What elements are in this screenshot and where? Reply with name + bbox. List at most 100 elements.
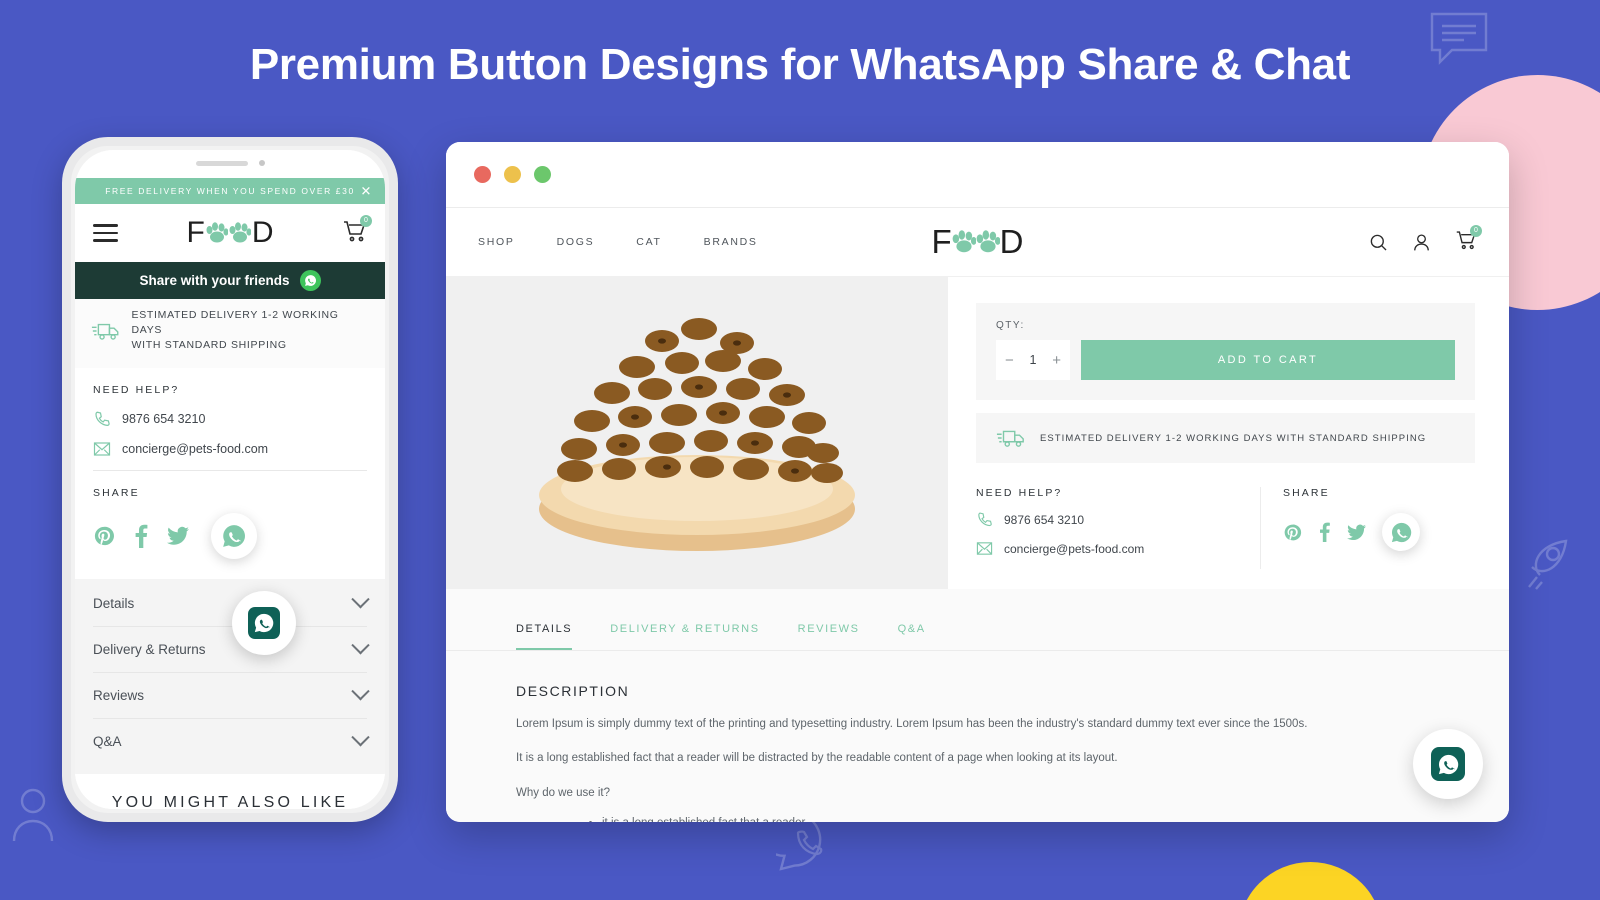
twitter-icon[interactable] — [167, 526, 189, 546]
cart-count-badge: 0 — [360, 214, 372, 227]
phone-number: 9876 654 3210 — [122, 411, 206, 426]
product-info: QTY: − 1 + ADD TO CART ESTIMATED DELIVER — [948, 277, 1509, 589]
header-icons: 0 — [1369, 224, 1482, 256]
close-traffic-light[interactable] — [474, 166, 491, 183]
description-list-item: it is a long established fact that a rea… — [602, 817, 1439, 822]
share-with-friends-button[interactable]: Share with your friends — [75, 262, 385, 299]
desktop-share-icons — [1283, 513, 1475, 551]
mobile-share-icons — [93, 512, 367, 559]
mobile-delivery-text: ESTIMATED DELIVERY 1-2 WORKING DAYS WITH… — [131, 309, 339, 352]
product-gallery[interactable] — [446, 277, 948, 589]
delivery-text: ESTIMATED DELIVERY 1-2 WORKING DAYS WITH… — [1040, 432, 1427, 444]
nav-item-shop[interactable]: SHOP — [478, 236, 515, 248]
email-address: concierge@pets-food.com — [1004, 541, 1145, 556]
phone-contact-row[interactable]: 9876 654 3210 — [93, 410, 367, 428]
share-title: SHARE — [1283, 487, 1330, 499]
hamburger-icon[interactable] — [93, 224, 118, 242]
description-paragraph-1: Lorem Ipsum is simply dummy text of the … — [516, 718, 1308, 730]
need-help-title: NEED HELP? — [976, 487, 1063, 499]
need-help-block: NEED HELP? 9876 654 3210 concierge@pets-… — [976, 487, 1260, 569]
logo-letter-d: D — [999, 223, 1024, 260]
email-contact-row[interactable]: concierge@pets-food.com — [93, 441, 367, 457]
email-address: concierge@pets-food.com — [122, 441, 269, 456]
page-title: Premium Button Designs for WhatsApp Shar… — [249, 40, 1351, 89]
chevron-down-icon — [351, 635, 370, 655]
accordion-label: Q&A — [93, 733, 122, 749]
nav-item-dogs[interactable]: DOGS — [557, 236, 595, 248]
paw-icon — [976, 230, 1000, 253]
phone-icon — [95, 411, 110, 426]
delivery-truck-icon — [91, 323, 119, 340]
mobile-delivery-notice: ESTIMATED DELIVERY 1-2 WORKING DAYS WITH… — [75, 299, 385, 368]
qty-row: − 1 + ADD TO CART — [996, 340, 1455, 380]
facebook-icon[interactable] — [133, 524, 149, 548]
tab-delivery-returns[interactable]: DELIVERY & RETURNS — [610, 623, 759, 650]
tab-details[interactable]: DETAILS — [516, 623, 573, 650]
email-contact-row[interactable]: concierge@pets-food.com — [976, 541, 1260, 556]
phone-screen: FREE DELIVERY WHEN YOU SPEND OVER £30 ✕ … — [75, 178, 385, 809]
whatsapp-floating-button[interactable] — [1413, 729, 1483, 799]
paw-icon — [206, 222, 228, 243]
mobile-help-share-card: NEED HELP? 9876 654 3210 concierge@pets-… — [75, 367, 385, 579]
twitter-icon[interactable] — [1347, 524, 1366, 541]
cart-icon[interactable]: 0 — [342, 214, 372, 248]
site-logo[interactable]: F D — [931, 223, 1023, 261]
user-icon — [10, 785, 56, 848]
whatsapp-floating-button[interactable] — [232, 591, 296, 655]
tab-qa[interactable]: Q&A — [898, 623, 926, 650]
qty-value: 1 — [1029, 353, 1037, 367]
facebook-icon[interactable] — [1318, 522, 1331, 542]
product-tabs-area: DETAILS DELIVERY & RETURNS REVIEWS Q&A D… — [446, 589, 1509, 822]
whatsapp-share-button[interactable] — [211, 512, 257, 559]
whatsapp-icon — [223, 524, 245, 547]
mobile-header: F D 0 — [75, 204, 385, 262]
phone-camera — [258, 160, 265, 166]
product-detail-body: QTY: − 1 + ADD TO CART ESTIMATED DELIVER — [446, 277, 1509, 589]
chevron-down-icon — [351, 589, 370, 609]
maximize-traffic-light[interactable] — [534, 166, 551, 183]
delivery-truck-icon — [996, 430, 1024, 447]
account-icon[interactable] — [1412, 233, 1431, 252]
phone-contact-row[interactable]: 9876 654 3210 — [976, 511, 1260, 528]
divider — [93, 469, 367, 471]
qty-increase-button[interactable]: + — [1052, 353, 1061, 368]
help-and-share-row: NEED HELP? 9876 654 3210 concierge@pets-… — [976, 487, 1475, 569]
mail-icon — [976, 542, 993, 555]
accordion-item-delivery-returns[interactable]: Delivery & Returns — [93, 627, 370, 673]
qty-label: QTY: — [996, 320, 1025, 331]
close-icon[interactable]: ✕ — [361, 185, 374, 198]
description-paragraph-2: It is a long established fact that a rea… — [516, 752, 1118, 765]
whatsapp-share-button[interactable] — [1382, 513, 1420, 551]
qty-decrease-button[interactable]: − — [1005, 353, 1014, 368]
whatsapp-icon — [1431, 747, 1465, 781]
share-with-friends-label: Share with your friends — [139, 273, 290, 288]
nav-item-brands[interactable]: BRANDS — [704, 236, 758, 248]
yellow-circle — [1238, 862, 1383, 900]
minimize-traffic-light[interactable] — [504, 166, 521, 183]
also-like-title: YOU MIGHT ALSO LIKE — [111, 793, 349, 809]
tab-reviews[interactable]: REVIEWS — [798, 623, 860, 650]
pinterest-icon[interactable] — [93, 525, 115, 547]
description-title: DESCRIPTION — [516, 683, 630, 699]
cart-icon[interactable]: 0 — [1455, 224, 1482, 256]
chevron-down-icon — [351, 727, 370, 747]
whatsapp-outline-icon — [757, 802, 838, 879]
mobile-accordion: Details Delivery & Returns Reviews Q&A — [75, 578, 385, 774]
product-tabs: DETAILS DELIVERY & RETURNS REVIEWS Q&A — [446, 623, 1509, 651]
pinterest-icon[interactable] — [1283, 523, 1302, 542]
description-body: Lorem Ipsum is simply dummy text of the … — [446, 716, 1509, 822]
paw-icon — [229, 222, 251, 243]
accordion-item-reviews[interactable]: Reviews — [93, 673, 370, 719]
mail-icon — [93, 442, 111, 456]
site-logo[interactable]: F D — [187, 216, 274, 250]
phone-mockup: FREE DELIVERY WHEN YOU SPEND OVER £30 ✕ … — [62, 137, 398, 822]
search-icon[interactable] — [1369, 233, 1388, 252]
nav-item-cat[interactable]: CAT — [636, 236, 661, 248]
quantity-stepper[interactable]: − 1 + — [996, 340, 1070, 380]
accordion-item-details[interactable]: Details — [93, 581, 370, 627]
accordion-item-qa[interactable]: Q&A — [93, 719, 370, 764]
add-to-cart-button[interactable]: ADD TO CART — [1081, 340, 1455, 380]
quantity-panel: QTY: − 1 + ADD TO CART — [976, 303, 1475, 400]
logo-letter-d: D — [251, 216, 274, 249]
need-help-title: NEED HELP? — [93, 383, 180, 396]
